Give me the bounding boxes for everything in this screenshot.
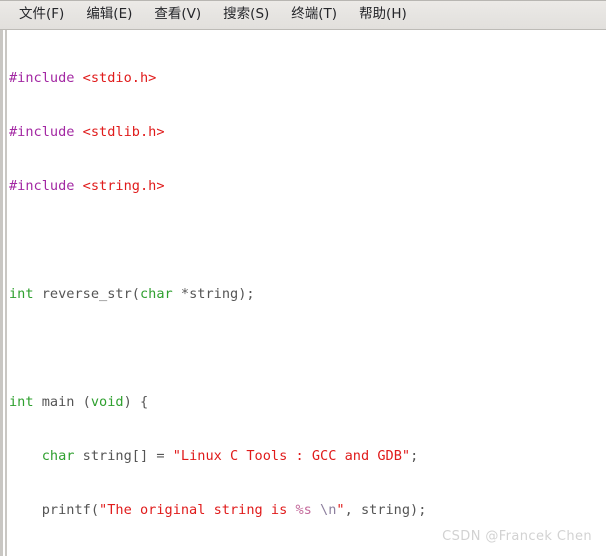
code-line: #include <stdlib.h> (9, 124, 165, 140)
vim-buffer[interactable]: #include <stdio.h> #include <stdlib.h> #… (9, 33, 599, 558)
watermark: CSDN @Francek Chen (442, 529, 592, 544)
code-line: #include <stdio.h> (9, 70, 157, 86)
menu-edit[interactable]: 编辑(E) (79, 4, 139, 26)
code-line: int reverse_str(char *string); (9, 286, 255, 302)
menu-help[interactable]: 帮助(H) (352, 4, 414, 26)
window-left-border (0, 30, 3, 558)
code-line: printf("The original string is %s \n", s… (9, 502, 427, 518)
terminal-area[interactable]: #include <stdio.h> #include <stdlib.h> #… (0, 30, 606, 558)
code-line: char string[] = "Linux C Tools : GCC and… (41, 448, 419, 464)
code-line: #include <string.h> (9, 178, 165, 194)
menu-bar: 文件(F) 编辑(E) 查看(V) 搜索(S) 终端(T) 帮助(H) (0, 0, 606, 30)
menu-search[interactable]: 搜索(S) (216, 4, 276, 26)
code-line: int main (void) { (9, 394, 149, 410)
menu-view[interactable]: 查看(V) (147, 4, 208, 26)
menu-file[interactable]: 文件(F) (12, 4, 71, 26)
menu-terminal[interactable]: 终端(T) (284, 4, 344, 26)
vim-gutter-border (5, 30, 7, 558)
